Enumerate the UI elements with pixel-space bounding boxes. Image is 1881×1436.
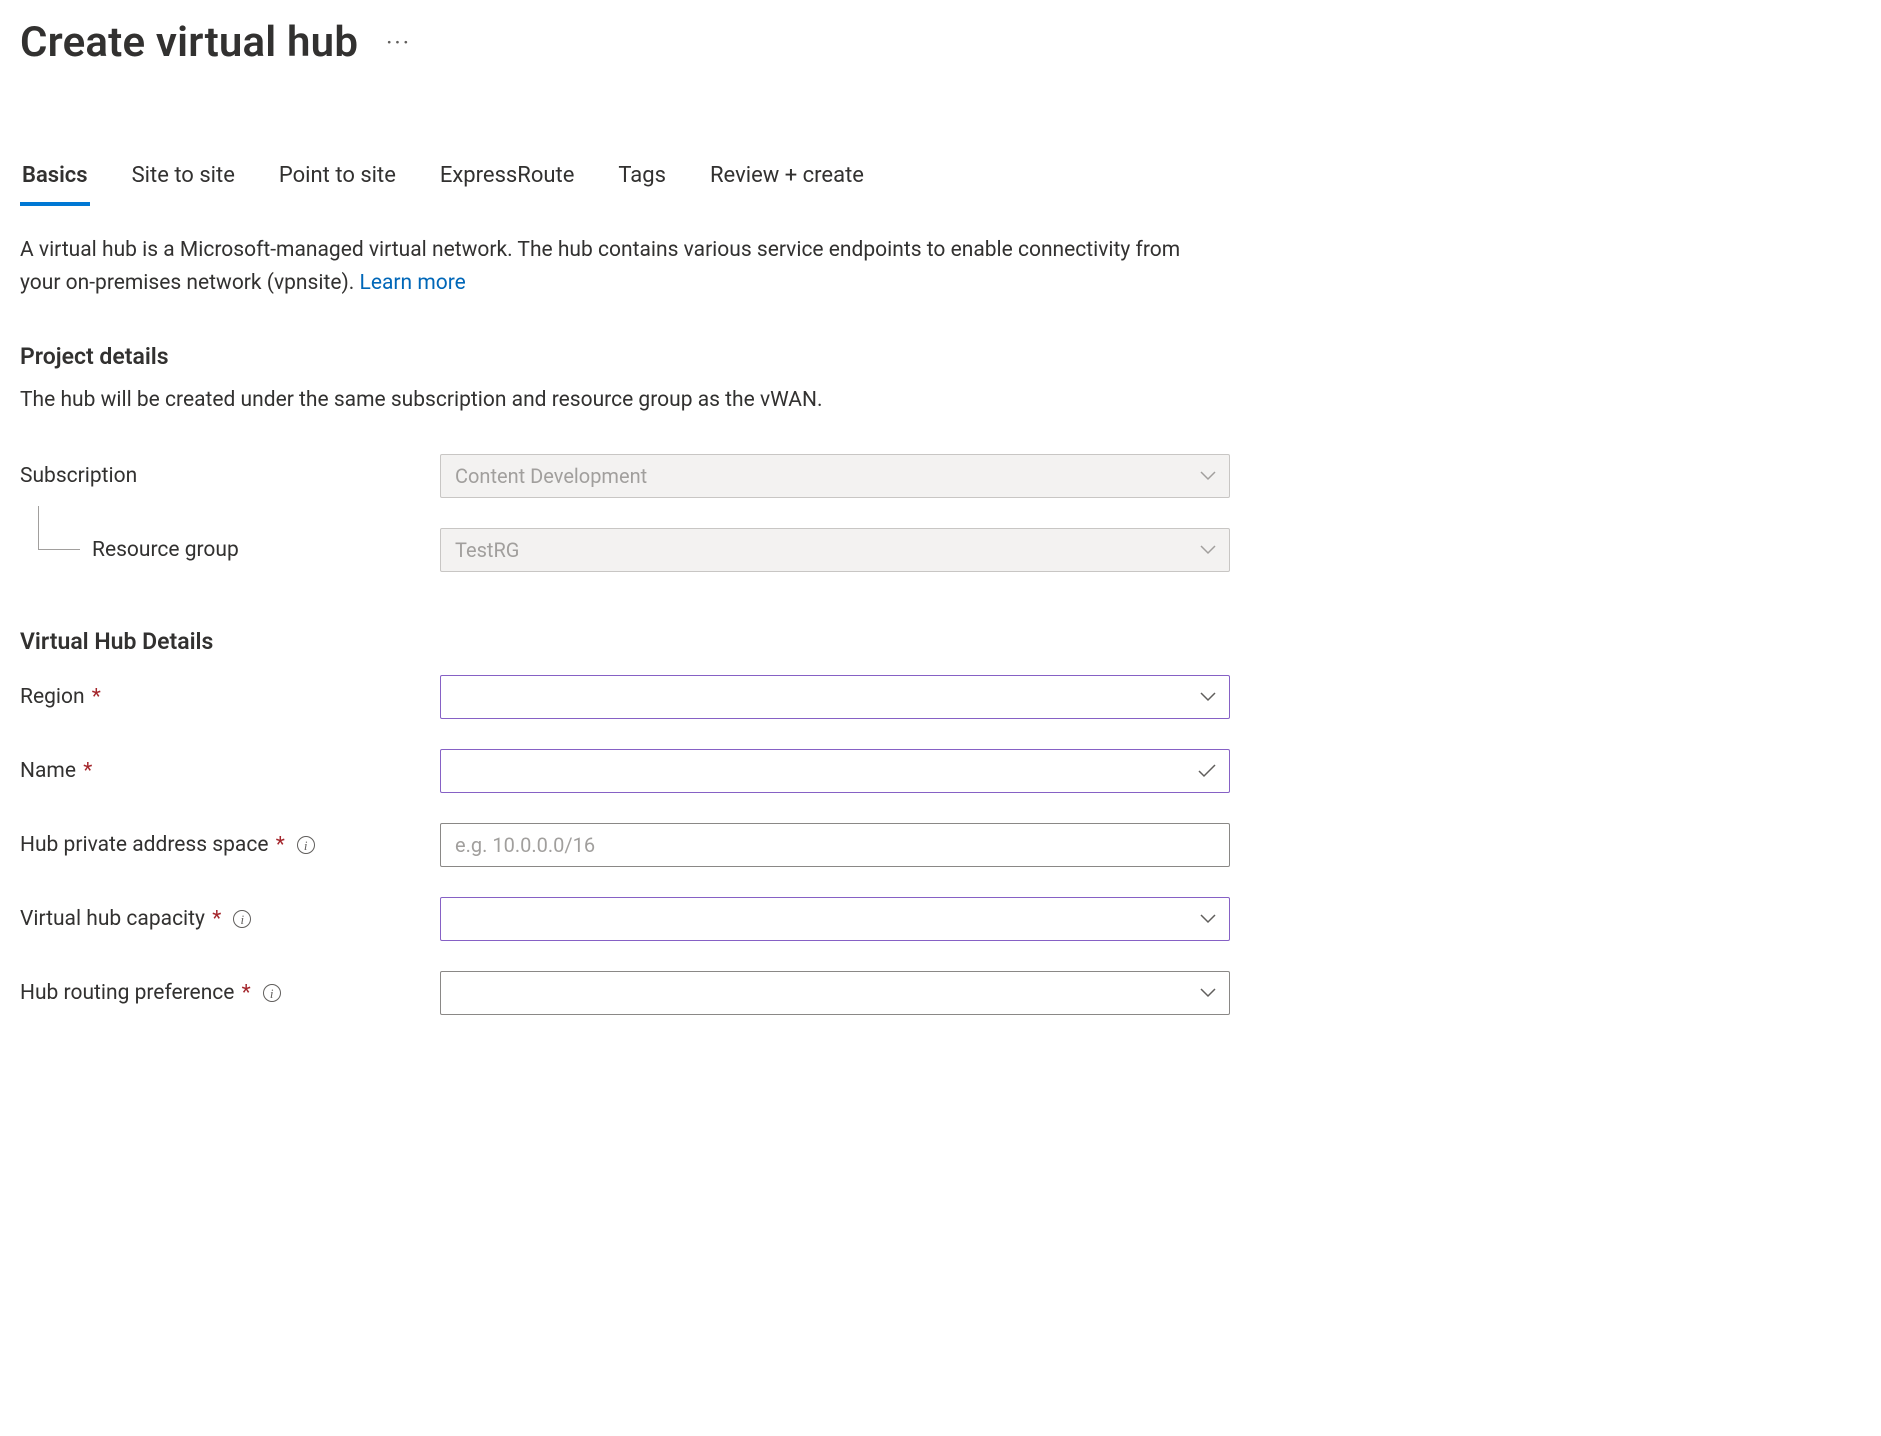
name-field[interactable] xyxy=(440,749,1230,793)
address-space-field[interactable] xyxy=(440,823,1230,867)
label-region: Region * xyxy=(20,685,101,709)
description-text: A virtual hub is a Microsoft-managed vir… xyxy=(20,238,1180,295)
label-address-space: Hub private address space * xyxy=(20,833,285,857)
tab-review-create[interactable]: Review + create xyxy=(708,157,866,206)
info-icon[interactable]: i xyxy=(297,836,315,854)
required-indicator: * xyxy=(242,981,251,1005)
label-subscription: Subscription xyxy=(20,464,137,488)
required-indicator: * xyxy=(212,907,221,931)
row-capacity: Virtual hub capacity * i xyxy=(20,895,1861,943)
section-heading-hub: Virtual Hub Details xyxy=(20,628,1861,655)
label-routing-pref: Hub routing preference * xyxy=(20,981,251,1005)
tab-point-to-site[interactable]: Point to site xyxy=(277,157,398,206)
tree-connector-icon xyxy=(38,506,80,550)
row-resource-group: Resource group xyxy=(20,526,1861,574)
subscription-dropdown[interactable] xyxy=(440,454,1230,498)
more-icon[interactable]: ··· xyxy=(386,31,411,55)
label-resource-group: Resource group xyxy=(92,538,239,562)
label-name: Name * xyxy=(20,759,92,783)
tabs-bar: Basics Site to site Point to site Expres… xyxy=(20,157,1861,206)
info-icon[interactable]: i xyxy=(263,984,281,1002)
required-indicator: * xyxy=(92,685,101,709)
resource-group-dropdown[interactable] xyxy=(440,528,1230,572)
row-address-space: Hub private address space * i xyxy=(20,821,1861,869)
routing-pref-dropdown[interactable] xyxy=(440,971,1230,1015)
tab-expressroute[interactable]: ExpressRoute xyxy=(438,157,577,206)
row-routing-pref: Hub routing preference * i xyxy=(20,969,1861,1017)
section-heading-project: Project details xyxy=(20,343,1861,370)
learn-more-link[interactable]: Learn more xyxy=(360,271,466,295)
label-capacity: Virtual hub capacity * xyxy=(20,907,221,931)
row-name: Name * xyxy=(20,747,1861,795)
tab-description: A virtual hub is a Microsoft-managed vir… xyxy=(20,234,1220,299)
row-subscription: Subscription xyxy=(20,452,1861,500)
required-indicator: * xyxy=(276,833,285,857)
capacity-dropdown[interactable] xyxy=(440,897,1230,941)
tab-tags[interactable]: Tags xyxy=(616,157,668,206)
tab-site-to-site[interactable]: Site to site xyxy=(130,157,237,206)
region-dropdown[interactable] xyxy=(440,675,1230,719)
info-icon[interactable]: i xyxy=(233,910,251,928)
page-title: Create virtual hub xyxy=(20,18,358,67)
tab-basics[interactable]: Basics xyxy=(20,157,90,206)
row-region: Region * xyxy=(20,673,1861,721)
project-subtext: The hub will be created under the same s… xyxy=(20,388,1861,412)
required-indicator: * xyxy=(83,759,92,783)
